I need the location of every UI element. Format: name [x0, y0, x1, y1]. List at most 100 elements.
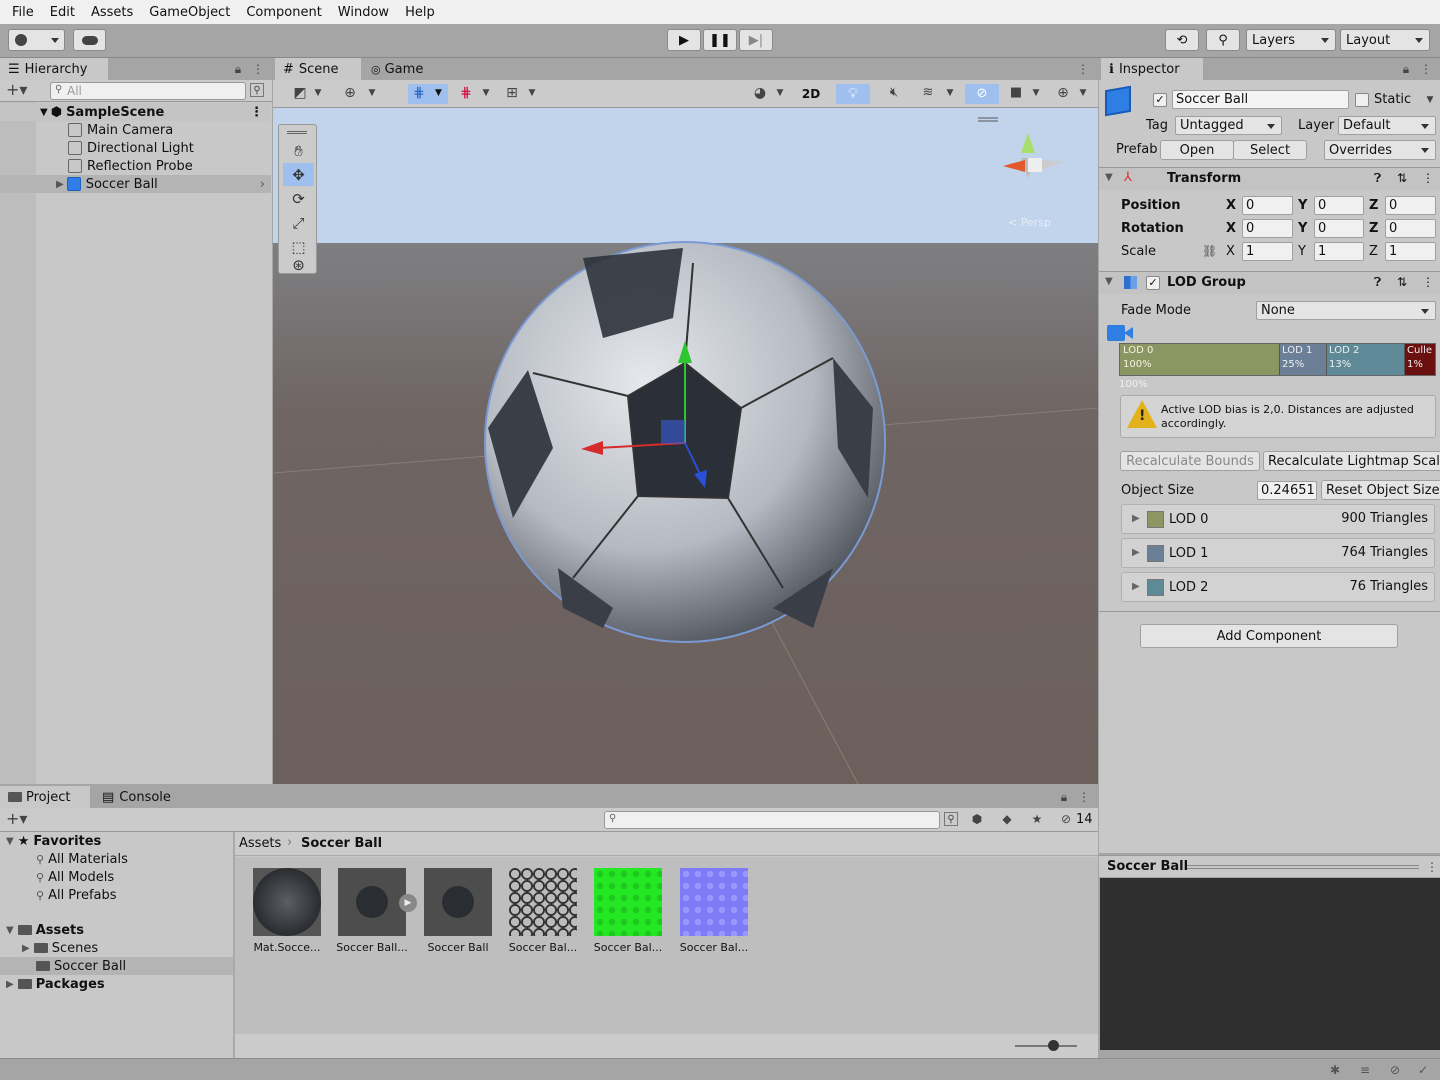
asset-thumbnail-mask-texture[interactable] — [594, 868, 662, 936]
kebab-menu-icon[interactable]: ⋮ — [1422, 275, 1434, 289]
rotate-tool[interactable]: ⟳ — [283, 187, 314, 210]
undo-history-button[interactable]: ⟲ — [1165, 29, 1199, 51]
lod-2-row[interactable]: ▶ LOD 2 76 Triangles — [1121, 572, 1435, 602]
draw-mode-icon[interactable]: ◩ — [293, 86, 307, 100]
position-z-field[interactable]: 0 — [1385, 196, 1436, 215]
lod-1-segment[interactable]: LOD 1 25% — [1280, 344, 1327, 375]
asset-thumbnail-prefab[interactable] — [424, 868, 492, 936]
position-x-field[interactable]: 0 — [1242, 196, 1293, 215]
tab-console[interactable]: ▤ Console — [94, 786, 184, 808]
camera-icon[interactable]: ■ — [1009, 86, 1023, 100]
recalculate-bounds-button[interactable]: Recalculate Bounds — [1120, 451, 1260, 471]
constrain-proportions-icon[interactable]: ⛓ — [1202, 244, 1217, 258]
drag-handle[interactable] — [287, 131, 307, 134]
prefab-open-button[interactable]: Open — [1160, 140, 1234, 160]
cache-icon[interactable]: ≡ — [1360, 1063, 1376, 1077]
hierarchy-item-main-camera[interactable]: Main Camera — [0, 121, 271, 139]
tab-project[interactable]: Project — [0, 786, 90, 808]
packages-folder-row[interactable]: ▶ Packages — [0, 975, 233, 993]
lod-1-row[interactable]: ▶ LOD 1 764 Triangles — [1121, 538, 1435, 568]
gizmo-plane-handle[interactable] — [661, 420, 685, 444]
transform-header[interactable]: ▼ ⅄ Transform ❓︎ ⇅ ⋮ — [1099, 168, 1440, 190]
scene-search-icon[interactable]: ⚲ — [250, 83, 264, 97]
zoom-slider-thumb[interactable] — [1048, 1040, 1059, 1051]
lod-0-row[interactable]: ▶ LOD 0 900 Triangles — [1121, 504, 1435, 534]
preview-header[interactable]: Soccer Ball ⋮ — [1099, 855, 1440, 877]
progress-check-icon[interactable]: ✓ — [1418, 1063, 1434, 1077]
rotation-y-field[interactable]: 0 — [1314, 219, 1364, 238]
asset-thumbnail-albedo-texture[interactable] — [509, 868, 577, 936]
asset-thumbnail-normal-texture[interactable] — [680, 868, 748, 936]
chevron-down-icon[interactable]: ▼ — [1423, 93, 1437, 107]
menu-edit[interactable]: Edit — [42, 5, 83, 20]
help-icon[interactable]: ❓︎ — [1374, 275, 1381, 290]
layer-dropdown[interactable]: Default — [1338, 116, 1436, 135]
fade-mode-dropdown[interactable]: None — [1256, 301, 1436, 320]
rotation-z-field[interactable]: 0 — [1385, 219, 1436, 238]
hidden-packages-icon[interactable]: ⊘ — [1058, 812, 1074, 826]
asset-thumbnail-model[interactable] — [338, 868, 406, 936]
scene-viewport[interactable]: < Persp ✋︎ ✥ ⟳ ⤢ ⬚ ⊛ — [273, 108, 1098, 784]
folder-scenes[interactable]: ▶ Scenes — [0, 939, 233, 957]
hierarchy-item-soccer-ball[interactable]: ▶ Soccer Ball › — [0, 175, 271, 193]
chevron-right-icon[interactable]: › — [260, 177, 265, 192]
network-icon[interactable]: ⊘ — [1390, 1063, 1406, 1077]
chevron-down-icon[interactable]: ▼ — [943, 86, 957, 100]
favorites-item[interactable]: ⚲ All Prefabs — [0, 886, 233, 904]
bug-icon[interactable]: ✱ — [1330, 1063, 1346, 1077]
expand-model-icon[interactable]: ▶ — [399, 894, 417, 912]
zoom-slider-track[interactable] — [1015, 1045, 1077, 1047]
snap-increment-icon[interactable]: ⋕ — [459, 86, 473, 100]
kebab-menu-icon[interactable]: ⋮ — [1419, 62, 1433, 76]
recalculate-lightmap-scale-button[interactable]: Recalculate Lightmap Scale — [1263, 451, 1440, 471]
lod-group-enabled-checkbox[interactable]: ✓ — [1146, 276, 1160, 290]
label-tag-icon[interactable]: ◆ — [1000, 812, 1014, 826]
breadcrumb-assets[interactable]: Assets — [239, 836, 281, 851]
lod-camera-icon[interactable] — [1107, 325, 1135, 341]
search-by-type-icon[interactable]: ⚲ — [944, 812, 958, 826]
favorites-item[interactable]: ⚲ All Models — [0, 868, 233, 886]
effects-icon[interactable]: ≋ — [921, 86, 935, 100]
scale-y-field[interactable]: 1 — [1314, 242, 1364, 261]
global-icon[interactable]: ⊕ — [343, 86, 357, 100]
menu-file[interactable]: File — [4, 5, 42, 20]
pause-button[interactable]: ❚❚ — [703, 29, 737, 51]
lock-icon[interactable]: 🔒︎ — [1057, 790, 1071, 804]
hand-tool[interactable]: ✋︎ — [283, 139, 314, 162]
transform-tool[interactable]: ⊛ — [283, 255, 314, 275]
scene-visibility-toggle[interactable]: ⊘ — [965, 84, 999, 104]
static-checkbox[interactable] — [1355, 93, 1369, 107]
menu-help[interactable]: Help — [397, 5, 443, 20]
chevron-down-icon[interactable]: ▼ — [773, 86, 787, 100]
presets-icon[interactable]: ⇅ — [1397, 171, 1407, 185]
scene-row[interactable]: ▼ ⬢ SampleScene ⋮ — [0, 103, 271, 121]
shading-sphere-icon[interactable]: ◕ — [753, 86, 767, 100]
asset-thumbnail-material[interactable] — [253, 868, 321, 936]
kebab-menu-icon[interactable]: ⋮ — [1077, 790, 1091, 804]
chevron-down-icon[interactable]: ▼ — [525, 86, 539, 100]
hierarchy-item-reflection-probe[interactable]: Reflection Probe — [0, 157, 271, 175]
audio-mute-icon[interactable]: 🔇︎ — [887, 86, 901, 100]
assets-folder-row[interactable]: ▼ Assets — [0, 921, 233, 939]
persp-label[interactable]: < Persp — [1008, 216, 1051, 229]
tab-hierarchy[interactable]: ☰ Hierarchy — [0, 58, 108, 80]
preview-drag-handle[interactable] — [1187, 865, 1419, 869]
scale-x-field[interactable]: 1 — [1242, 242, 1293, 261]
2d-toggle[interactable]: 2D — [795, 85, 827, 103]
active-checkbox[interactable]: ✓ — [1153, 93, 1167, 107]
culled-segment[interactable]: Culle 1% — [1405, 344, 1435, 375]
help-icon[interactable]: ❓︎ — [1374, 171, 1381, 186]
tag-dropdown[interactable]: Untagged — [1175, 116, 1282, 135]
ruler-icon[interactable]: ⊞ — [505, 86, 519, 100]
search-button[interactable]: ⚲ — [1206, 29, 1240, 51]
project-search-input[interactable]: ⚲ — [604, 811, 940, 829]
tab-inspector[interactable]: ℹ Inspector — [1101, 58, 1203, 80]
lighting-toggle[interactable]: 💡︎ — [836, 84, 870, 104]
add-component-button[interactable]: Add Component — [1140, 624, 1398, 648]
lod-group-header[interactable]: ▼ ✓ LOD Group ❓︎ ⇅ ⋮ — [1099, 272, 1440, 294]
kebab-menu-icon[interactable]: ⋮ — [1425, 860, 1439, 874]
cloud-button[interactable] — [73, 29, 106, 51]
object-size-field[interactable]: 0.24651 — [1257, 481, 1317, 500]
menu-gameobject[interactable]: GameObject — [141, 5, 238, 20]
filter-type-icon[interactable]: ⬢ — [970, 812, 984, 826]
